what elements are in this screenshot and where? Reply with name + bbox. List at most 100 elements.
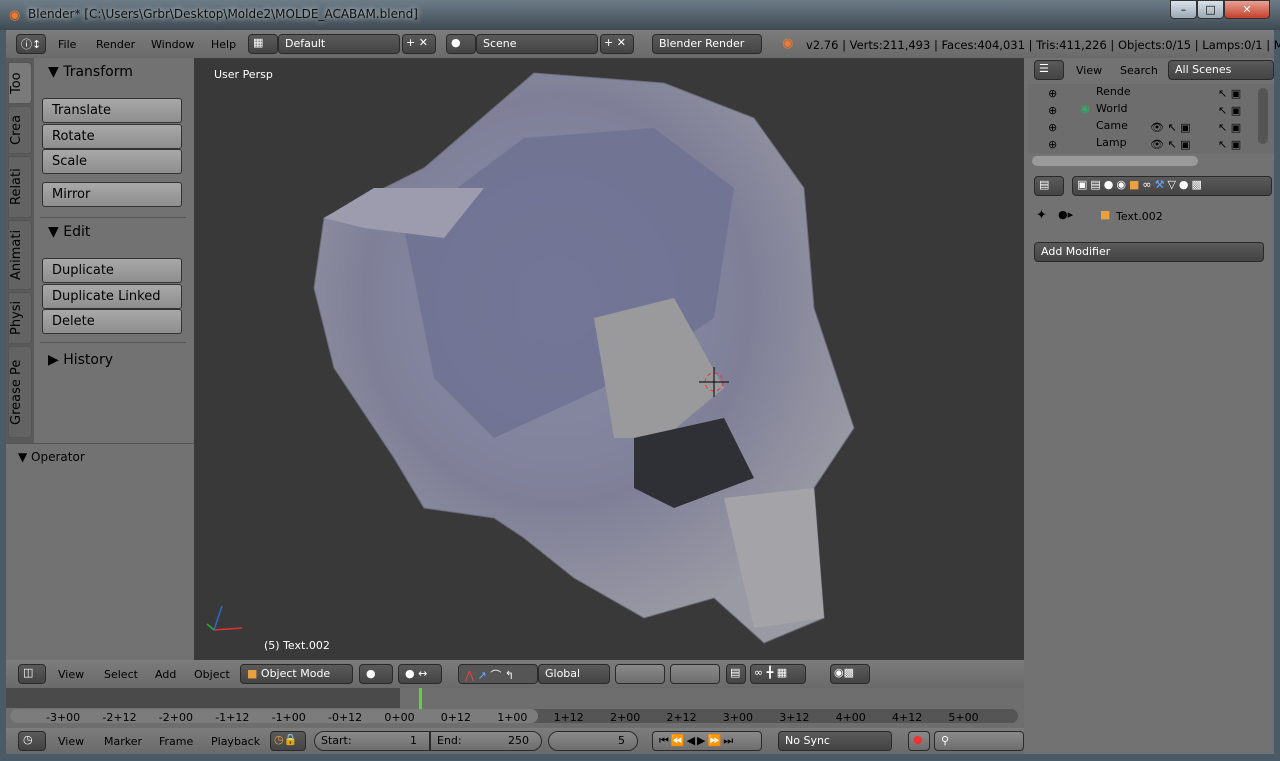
outliner-scrollbar[interactable] [1258, 88, 1268, 144]
current-frame-indicator[interactable] [419, 688, 422, 710]
scene-filter-dropdown[interactable]: All Scenes [1168, 60, 1274, 80]
blender-logo-icon: ◉ [782, 36, 794, 51]
timeline-tick-label: -3+00 [46, 711, 81, 724]
timeline[interactable]: -3+00 -2+12 -2+00 -1+12 -1+00 -0+12 0+00 0+12 1+… [6, 688, 1024, 728]
start-frame-field[interactable]: Start: 1 [314, 731, 430, 751]
outliner-tree: Rende ◉ World Came Lamp ⊕ ⊕ ⊕ ⊕ 👁 ↖ ▣ 👁 ↖ ▣ … [1028, 84, 1274, 154]
maximize-button[interactable]: □ [1197, 0, 1224, 19]
end-label: End: [437, 734, 462, 747]
layout-icon[interactable]: ▦ [248, 34, 278, 54]
edit-panel-header[interactable]: ▼ Edit [48, 224, 90, 240]
tab-physics[interactable]: Physi [8, 292, 32, 344]
manipulator-buttons[interactable]: ⋀ ↗ ⌒ ↰ [458, 664, 538, 684]
tab-create[interactable]: Crea [8, 106, 32, 154]
menu-file[interactable]: File [58, 38, 76, 51]
record-icon[interactable]: ● [908, 731, 930, 751]
operator-panel-header[interactable]: ▼ Operator [18, 450, 85, 464]
tool-shelf: Too Crea Relati Animati Physi Grease Pe … [6, 58, 194, 660]
editor-type-outliner-icon[interactable]: ☰ [1034, 60, 1064, 80]
menu-playback[interactable]: Playback [211, 735, 260, 748]
menu-object[interactable]: Object [194, 668, 230, 681]
menu-marker[interactable]: Marker [104, 735, 142, 748]
tab-animation[interactable]: Animati [8, 220, 32, 290]
minimize-button[interactable]: – [1170, 0, 1197, 19]
scene-field[interactable]: Scene [476, 34, 598, 54]
add-modifier-dropdown[interactable]: Add Modifier [1034, 242, 1264, 262]
outliner-hscrollbar[interactable] [1032, 156, 1198, 166]
close-button[interactable]: ✕ [1224, 0, 1270, 19]
transform-panel-header[interactable]: ▼ Transform [48, 64, 133, 80]
timeline-ticks: -3+00 -2+12 -2+00 -1+12 -1+00 -0+12 0+00 0+12 1+… [6, 708, 1024, 724]
render-opengl-icons[interactable]: ◉▩ [830, 664, 870, 684]
blender-logo-icon: ◉ [9, 8, 21, 23]
scene-icon: ●▸ [1058, 208, 1074, 221]
timeline-tick-label: 2+12 [666, 711, 697, 724]
layers-grid[interactable] [615, 664, 665, 684]
outliner-item-render[interactable]: Rende [1096, 85, 1131, 98]
pin-icon[interactable]: ✦ [1036, 208, 1047, 223]
operator-title: Operator [31, 450, 85, 464]
menu-render[interactable]: Render [96, 38, 135, 51]
delete-button[interactable]: Delete [42, 309, 182, 334]
editor-type-properties-icon[interactable]: ▤ [1034, 176, 1064, 196]
3d-viewport[interactable]: User Persp (5) Text.002 [194, 58, 1024, 660]
playback-controls[interactable]: ⏮⏪◀▶⏩⏭ [652, 731, 762, 751]
end-frame-field[interactable]: End: 250 [430, 731, 542, 751]
timeline-header: ◷ View Marker Frame Playback ◷🔒 Start: 1 … [6, 728, 1024, 754]
menu-help[interactable]: Help [211, 38, 236, 51]
outliner-item-camera[interactable]: Came [1096, 119, 1128, 132]
menu-select[interactable]: Select [104, 668, 138, 681]
outliner-item-world[interactable]: World [1096, 102, 1128, 115]
sync-dropdown[interactable]: No Sync [778, 731, 892, 751]
pivot-dropdown[interactable]: ● ↔ [398, 664, 442, 684]
history-panel-header[interactable]: ▶ History [48, 352, 113, 368]
editor-type-3d-icon[interactable]: ◫ [18, 664, 46, 684]
snap-buttons[interactable]: ∞ ╋ ▦ [750, 664, 806, 684]
preview-range-lock-icons[interactable]: ◷🔒 [270, 731, 306, 751]
cube-icon: ■ [247, 667, 258, 680]
divider [40, 217, 186, 218]
keying-set-field[interactable]: ⚲ [934, 731, 1024, 751]
menu-window[interactable]: Window [151, 38, 194, 51]
editor-type-info-icon[interactable]: ⓘ↕ [16, 34, 46, 54]
tab-grease-pencil[interactable]: Grease Pe [8, 346, 32, 438]
layers-grid-2[interactable] [670, 664, 720, 684]
visibility-icons[interactable]: 👁 ↖ ▣ 👁 ↖ ▣ [1150, 119, 1191, 153]
menu-view[interactable]: View [58, 668, 84, 681]
menu-search[interactable]: Search [1120, 64, 1158, 77]
shading-dropdown[interactable]: ● [359, 664, 393, 684]
timeline-tick-label: -2+12 [102, 711, 137, 724]
menu-view[interactable]: View [1076, 64, 1102, 77]
current-frame-value: 5 [618, 734, 625, 747]
scale-button[interactable]: Scale [42, 149, 182, 174]
properties-editor: ▤ ▣▤●◉■∞⚒▽●▩ ✦ ●▸ ■ Text.002 Add Modifie… [1028, 172, 1274, 754]
mirror-button[interactable]: Mirror [42, 182, 182, 207]
render-engine-dropdown[interactable]: Blender Render [652, 34, 762, 54]
tab-relations[interactable]: Relati [8, 156, 32, 218]
tab-tools[interactable]: Too [8, 62, 32, 104]
orientation-dropdown[interactable]: Global [538, 664, 610, 684]
layout-add-remove-icons[interactable]: + ✕ [402, 34, 436, 54]
outliner-item-lamp[interactable]: Lamp [1096, 136, 1127, 149]
menu-frame[interactable]: Frame [159, 735, 193, 748]
layout-field[interactable]: Default [278, 34, 400, 54]
scene-icon[interactable]: ● [446, 34, 476, 54]
scene-add-remove-icons[interactable]: + ✕ [600, 34, 634, 54]
timeline-tick-label: 0+12 [440, 711, 472, 724]
editor-type-timeline-icon[interactable]: ◷ [18, 731, 46, 751]
properties-context-tabs[interactable]: ▣▤●◉■∞⚒▽●▩ [1072, 176, 1272, 196]
duplicate-linked-button[interactable]: Duplicate Linked [42, 284, 182, 309]
menu-add[interactable]: Add [155, 668, 176, 681]
mode-dropdown[interactable]: ■ Object Mode [240, 664, 353, 684]
transform-title: Transform [63, 64, 133, 80]
current-frame-field[interactable]: 5 [548, 731, 638, 751]
expand-icons[interactable]: ⊕ ⊕ ⊕ ⊕ [1048, 85, 1057, 153]
timeline-tick-label: 0+00 [384, 711, 415, 724]
lock-layers-icon[interactable]: ▤ [726, 664, 746, 684]
restrict-icons[interactable]: ↖ ▣ ↖ ▣ ↖ ▣ ↖ ▣ [1218, 85, 1241, 153]
scene-stats: v2.76 | Verts:211,493 | Faces:404,031 | … [806, 38, 1280, 52]
rotate-button[interactable]: Rotate [42, 124, 182, 149]
menu-view[interactable]: View [58, 735, 84, 748]
translate-button[interactable]: Translate [42, 98, 182, 123]
duplicate-button[interactable]: Duplicate [42, 258, 182, 283]
